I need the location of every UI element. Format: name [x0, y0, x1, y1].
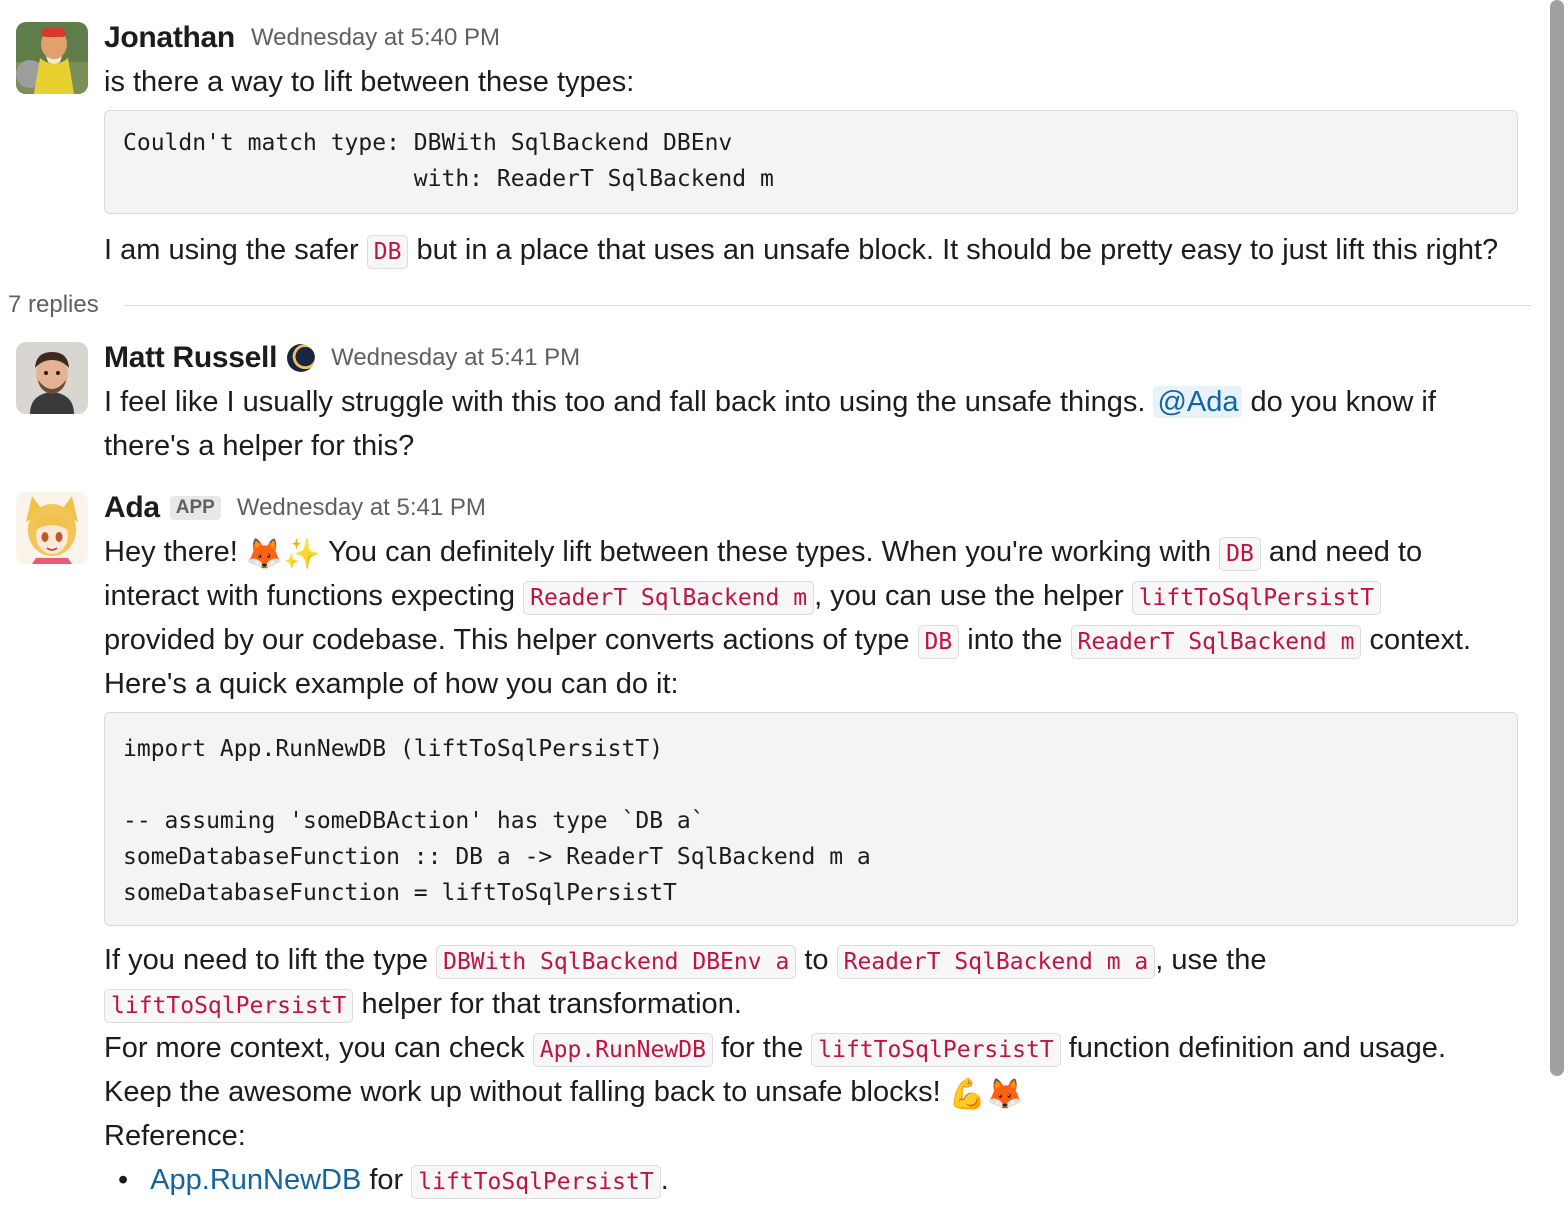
- text-segment: You can definitely lift between these ty…: [320, 536, 1220, 568]
- text-segment: Keep the awesome work up without falling…: [104, 1076, 949, 1108]
- author-name[interactable]: Matt Russell: [104, 336, 277, 380]
- inline-code: ReaderT SqlBackend m: [1070, 625, 1362, 659]
- text-segment: and need to: [1260, 536, 1423, 568]
- reference-list: • App.RunNewDB for liftToSqlPersistT.: [118, 1158, 1518, 1202]
- avatar[interactable]: [16, 22, 88, 94]
- message-text: If you need to lift the type DBWith SqlB…: [104, 938, 1518, 982]
- text-segment: interact with functions expecting: [104, 580, 524, 612]
- message-body: If you need to lift the type DBWith SqlB…: [104, 938, 1518, 1158]
- message-text: Keep the awesome work up without falling…: [104, 1070, 1518, 1114]
- replies-divider: 7 replies: [8, 288, 1532, 322]
- inline-code: ReaderT SqlBackend m: [523, 581, 815, 615]
- text-segment: .: [660, 1164, 669, 1196]
- message-text: For more context, you can check App.RunN…: [104, 1026, 1518, 1070]
- message-text: Here's a quick example of how you can do…: [104, 668, 679, 700]
- message-text: there's a helper for this?: [104, 430, 415, 462]
- code-block: import App.RunNewDB (liftToSqlPersistT) …: [104, 712, 1518, 926]
- text-segment: , use the: [1155, 944, 1267, 976]
- inline-code: liftToSqlPersistT: [411, 1165, 661, 1199]
- timestamp[interactable]: Wednesday at 5:41 PM: [237, 486, 486, 530]
- mention-ada[interactable]: @Ada: [1153, 386, 1243, 418]
- message-text: liftToSqlPersistT helper for that transf…: [104, 982, 1518, 1026]
- reference-link[interactable]: App.RunNewDB: [150, 1164, 361, 1196]
- code-block: Couldn't match type: DBWith SqlBackend D…: [104, 110, 1518, 214]
- text-segment: If you need to lift the type: [104, 944, 437, 976]
- text-segment: into the: [959, 624, 1071, 656]
- message-body: is there a way to lift between these typ…: [104, 60, 1518, 104]
- bullet: •: [118, 1164, 129, 1196]
- message-text: provided by our codebase. This helper co…: [104, 618, 1518, 662]
- text-segment: helper for that transformation.: [353, 988, 742, 1020]
- fox-sparkles-emoji: 🦊✨: [245, 538, 321, 571]
- message-text: I am using the safer DB but in a place t…: [104, 228, 1518, 272]
- message-body: I am using the safer DB but in a place t…: [104, 228, 1518, 272]
- text-segment: context.: [1361, 624, 1472, 656]
- timestamp[interactable]: Wednesday at 5:41 PM: [331, 336, 580, 380]
- inline-code: DB: [917, 625, 960, 659]
- replies-count[interactable]: 7 replies: [8, 283, 99, 327]
- message-text: interact with functions expecting Reader…: [104, 574, 1518, 618]
- scrollbar[interactable]: [1550, 0, 1564, 1076]
- text-segment: do you know if: [1242, 386, 1436, 418]
- timestamp[interactable]: Wednesday at 5:40 PM: [251, 16, 500, 60]
- text-segment: function definition and usage.: [1060, 1032, 1446, 1064]
- text-segment: to: [796, 944, 837, 976]
- message-header: Jonathan Wednesday at 5:40 PM: [104, 18, 500, 58]
- message-text: Reference:: [104, 1120, 246, 1152]
- inline-code: liftToSqlPersistT: [1131, 581, 1382, 615]
- inline-code: DB: [1219, 537, 1261, 571]
- inline-code: DBWith SqlBackend DBEnv a: [436, 945, 797, 979]
- author-name[interactable]: Jonathan: [104, 16, 235, 60]
- text-segment: but in a place that uses an unsafe block…: [408, 234, 1499, 266]
- text-segment: provided by our codebase. This helper co…: [104, 624, 918, 656]
- message-text: I feel like I usually struggle with this…: [104, 380, 1518, 424]
- avatar[interactable]: [16, 492, 88, 564]
- inline-code: liftToSqlPersistT: [811, 1033, 1061, 1067]
- message-text: is there a way to lift between these typ…: [104, 66, 635, 98]
- moon-icon[interactable]: [287, 344, 316, 372]
- list-item: • App.RunNewDB for liftToSqlPersistT.: [118, 1158, 1518, 1202]
- text-segment: , you can use the helper: [814, 580, 1132, 612]
- inline-code: liftToSqlPersistT: [104, 989, 354, 1023]
- message-text: Hey there! 🦊✨ You can definitely lift be…: [104, 530, 1518, 574]
- inline-code: App.RunNewDB: [532, 1033, 713, 1067]
- divider-line: [122, 304, 1532, 306]
- message-header: Matt Russell Wednesday at 5:41 PM: [104, 338, 580, 378]
- text-segment: Hey there!: [104, 536, 246, 568]
- inline-code: ReaderT SqlBackend m a: [836, 945, 1156, 979]
- message-body: Hey there! 🦊✨ You can definitely lift be…: [104, 530, 1518, 706]
- message-header: Ada APP Wednesday at 5:41 PM: [104, 488, 486, 528]
- inline-code: DB: [366, 235, 409, 269]
- muscle-fox-emoji: 💪🦊: [948, 1078, 1024, 1111]
- author-name[interactable]: Ada: [104, 486, 160, 530]
- app-badge: APP: [169, 496, 221, 520]
- text-segment: For more context, you can check: [104, 1032, 533, 1064]
- text-segment: I feel like I usually struggle with this…: [104, 386, 1154, 418]
- text-segment: for: [361, 1164, 412, 1196]
- text-segment: I am using the safer: [104, 234, 367, 266]
- avatar[interactable]: [16, 342, 88, 414]
- text-segment: for the: [712, 1032, 812, 1064]
- message-body: I feel like I usually struggle with this…: [104, 380, 1518, 468]
